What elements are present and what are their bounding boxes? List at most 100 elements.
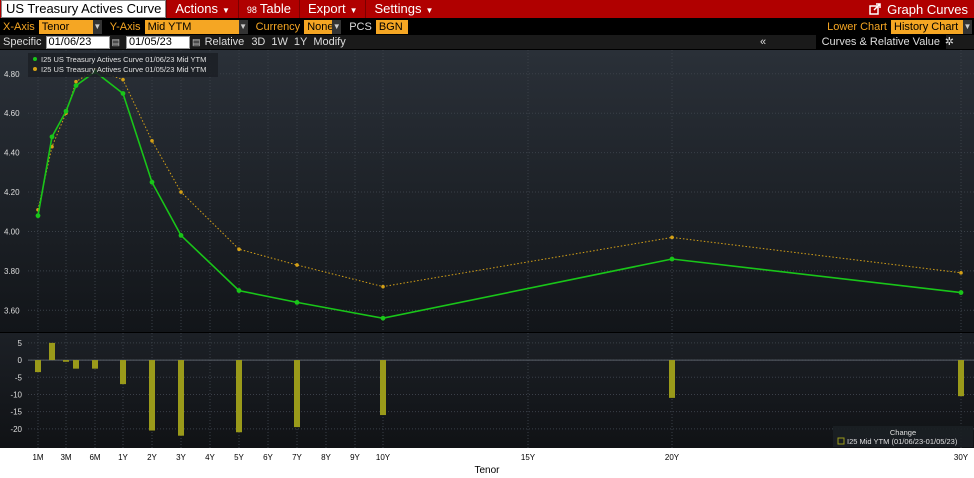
x-tick-label: 9Y — [350, 453, 360, 462]
upper-y-tick-label: 4.20 — [4, 188, 20, 197]
specific-label: Specific — [3, 36, 42, 48]
change-bar — [236, 360, 242, 433]
title-bar: US Treasury Actives Curve Actions ▼ 98 Tab… — [0, 0, 974, 18]
upper-y-tick-label: 4.40 — [4, 149, 20, 158]
upper-y-tick-label: 4.00 — [4, 227, 20, 236]
xaxis-label: X-Axis — [3, 21, 35, 33]
change-bar — [669, 360, 675, 398]
series-point-1 — [120, 91, 126, 96]
series-point-2 — [74, 79, 78, 84]
lower-y-tick-label: -10 — [10, 390, 22, 399]
chevron-down-icon[interactable]: ▼ — [332, 20, 342, 34]
lower-plot-bg — [0, 333, 974, 448]
change-bar — [958, 360, 964, 397]
export-menu[interactable]: Export ▼ — [298, 0, 366, 18]
calendar-icon[interactable]: ▤ — [112, 37, 121, 48]
change-bar — [35, 360, 41, 373]
upper-plot-bg — [0, 50, 974, 332]
table-icon: 98 — [246, 5, 257, 15]
series-point-2 — [959, 271, 963, 275]
x-tick-label: 3Y — [176, 453, 186, 462]
x-tick-label: 10Y — [376, 453, 391, 462]
change-bar — [294, 360, 300, 428]
lower-y-tick-label: -20 — [10, 425, 22, 434]
yaxis-select[interactable]: Mid YTM — [144, 20, 239, 34]
series-point-2 — [179, 190, 183, 194]
actions-menu[interactable]: Actions ▼ — [166, 0, 238, 18]
lower-legend: Change I25 Mid YTM (01/06/23-01/05/23) — [833, 426, 973, 447]
change-bar — [178, 360, 184, 436]
pcs-input[interactable]: BGN — [375, 20, 408, 34]
change-bar — [149, 360, 155, 431]
series-point-2 — [237, 247, 241, 251]
modify-button[interactable]: Modify — [313, 36, 345, 48]
gear-icon[interactable]: ✲ — [945, 35, 954, 49]
legend-marker-2 — [33, 67, 37, 71]
x-tick-label: 1Y — [118, 453, 128, 462]
x-tick-label: 20Y — [665, 453, 680, 462]
range-1w-button[interactable]: 1W — [271, 36, 288, 48]
table-menu[interactable]: 98 Table — [237, 0, 299, 18]
date-input-2[interactable]: 01/05/23 — [126, 35, 191, 49]
lower-y-tick-label: -15 — [10, 408, 22, 417]
upper-y-tick-label: 4.60 — [4, 109, 20, 118]
x-tick-label: 30Y — [954, 453, 969, 462]
range-3d-button[interactable]: 3D — [251, 36, 265, 48]
lower-y-tick-label: 0 — [18, 356, 23, 365]
pcs-label: PCS — [349, 21, 372, 33]
collapse-button[interactable]: « — [760, 35, 766, 49]
settings-menu[interactable]: Settings ▼ — [365, 0, 441, 18]
x-tick-label: 1M — [32, 453, 43, 462]
chevron-down-icon[interactable]: ▼ — [238, 20, 248, 34]
upper-y-tick-label: 3.80 — [4, 267, 20, 276]
chevron-down-icon[interactable]: ▼ — [963, 20, 972, 34]
currency-label: Currency — [255, 21, 301, 33]
change-bar — [49, 342, 55, 361]
lower-legend-title: Change — [890, 428, 916, 437]
x-tick-label: 3M — [60, 453, 71, 462]
series-point-1 — [669, 256, 675, 262]
lower-legend-series: I25 Mid YTM (01/06/23-01/05/23) — [847, 437, 958, 446]
x-tick-label: 2Y — [147, 453, 157, 462]
range-1y-button[interactable]: 1Y — [294, 36, 307, 48]
series-point-1 — [958, 290, 964, 295]
date-input-1[interactable]: 01/06/23 — [45, 35, 110, 49]
x-tick-label: 6Y — [263, 453, 273, 462]
series-point-2 — [150, 138, 154, 143]
x-axis-title: Tenor — [474, 465, 500, 476]
lower-chart-select[interactable]: History Chart — [891, 20, 963, 34]
lower-chart-label: Lower Chart — [827, 21, 887, 33]
x-tick-label: 15Y — [521, 453, 536, 462]
x-tick-label: 6M — [89, 453, 100, 462]
x-tick-label: 5Y — [234, 453, 244, 462]
lower-y-tick-label: -5 — [15, 373, 23, 382]
x-tick-label: 4Y — [205, 453, 215, 462]
series-point-1 — [49, 134, 55, 140]
x-tick-label: 8Y — [321, 453, 331, 462]
axis-controls: X-Axis Tenor ▼ Y-Axis Mid YTM ▼ Currency… — [0, 19, 974, 35]
series-point-2 — [381, 284, 385, 289]
x-tick-label: 7Y — [292, 453, 302, 462]
upper-y-tick-label: 4.80 — [4, 70, 20, 79]
series-point-2 — [295, 263, 299, 267]
chevron-down-icon[interactable]: ▼ — [92, 20, 102, 34]
legend-marker-1 — [33, 57, 37, 61]
series-point-1 — [294, 300, 300, 305]
graph-curves-button[interactable]: Graph Curves — [869, 2, 974, 17]
xaxis-select[interactable]: Tenor — [38, 20, 93, 34]
series-point-1 — [73, 83, 79, 88]
series-point-2 — [670, 235, 674, 240]
calendar-icon[interactable]: ▤ — [192, 37, 201, 48]
change-bar — [92, 360, 98, 369]
series-point-2 — [121, 77, 125, 82]
page-title: US Treasury Actives Curve — [1, 0, 167, 18]
upper-legend: I25 US Treasury Actives Curve 01/06/23 M… — [28, 53, 218, 77]
currency-select[interactable]: None — [304, 20, 333, 34]
series-point-1 — [63, 108, 69, 114]
change-bar — [380, 360, 386, 416]
relative-label: Relative — [204, 36, 245, 48]
upper-y-tick-label: 3.60 — [4, 306, 20, 315]
change-bar — [73, 360, 79, 369]
curve-chart: 3.60 3.80 4.00 4.20 4.40 4.60 4.80 5 0 -5 -10 -15 -… — [0, 50, 974, 478]
lower-y-tick-label: 5 — [18, 339, 23, 348]
